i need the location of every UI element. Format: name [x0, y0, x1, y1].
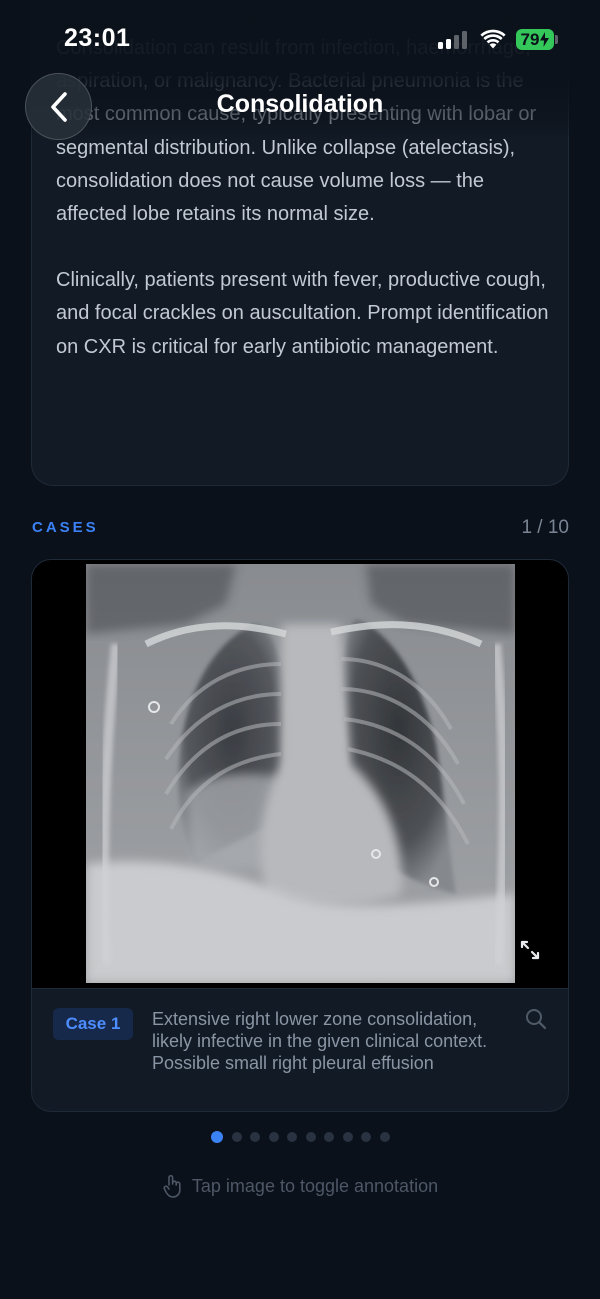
annotation-hint: Tap image to toggle annotation — [0, 1174, 600, 1203]
tap-hand-icon — [163, 1174, 181, 1198]
pagination-dot[interactable] — [250, 1132, 260, 1142]
battery-level: 79 — [520, 29, 540, 49]
case-caption-row: Case 1 Extensive right lower zone consol… — [32, 988, 568, 1111]
cases-counter: 1 / 10 — [521, 517, 569, 538]
pagination-dot[interactable] — [231, 1132, 242, 1142]
chest-xray-image[interactable] — [86, 564, 515, 983]
pagination-dot[interactable] — [342, 1132, 353, 1142]
case-badge: Case 1 — [53, 1008, 133, 1040]
battery-tip — [555, 35, 558, 44]
status-time: 23:01 — [64, 24, 131, 52]
pagination-dot[interactable] — [324, 1132, 334, 1142]
case-caption: Extensive right lower zone consolidation… — [152, 1009, 488, 1073]
charging-bolt-icon — [540, 32, 550, 47]
page-title: Consolidation — [216, 90, 384, 118]
pagination-dot[interactable] — [305, 1132, 316, 1142]
pagination-dot[interactable] — [211, 1131, 223, 1143]
battery-indicator: 79 — [516, 29, 554, 50]
expand-image-button[interactable] — [508, 928, 552, 972]
description-paragraph-2: Clinically, patients present with fever,… — [56, 269, 549, 358]
search-icon[interactable] — [524, 1007, 548, 1031]
top-header-overlay — [0, 0, 600, 140]
pagination-dot[interactable] — [268, 1132, 279, 1142]
case-card: Case 1 Extensive right lower zone consol… — [31, 559, 569, 1112]
cases-section-label: CASES — [32, 519, 99, 536]
pagination-dot[interactable] — [361, 1132, 371, 1142]
cellular-signal-icon — [438, 31, 468, 49]
case-image-area — [32, 560, 568, 988]
wifi-icon — [480, 29, 506, 49]
case-pagination-dots — [211, 1131, 390, 1143]
pagination-dot[interactable] — [287, 1132, 297, 1142]
pagination-dot[interactable] — [379, 1132, 390, 1142]
hint-text: Tap image to toggle annotation — [191, 1175, 439, 1196]
expand-icon — [520, 940, 540, 960]
